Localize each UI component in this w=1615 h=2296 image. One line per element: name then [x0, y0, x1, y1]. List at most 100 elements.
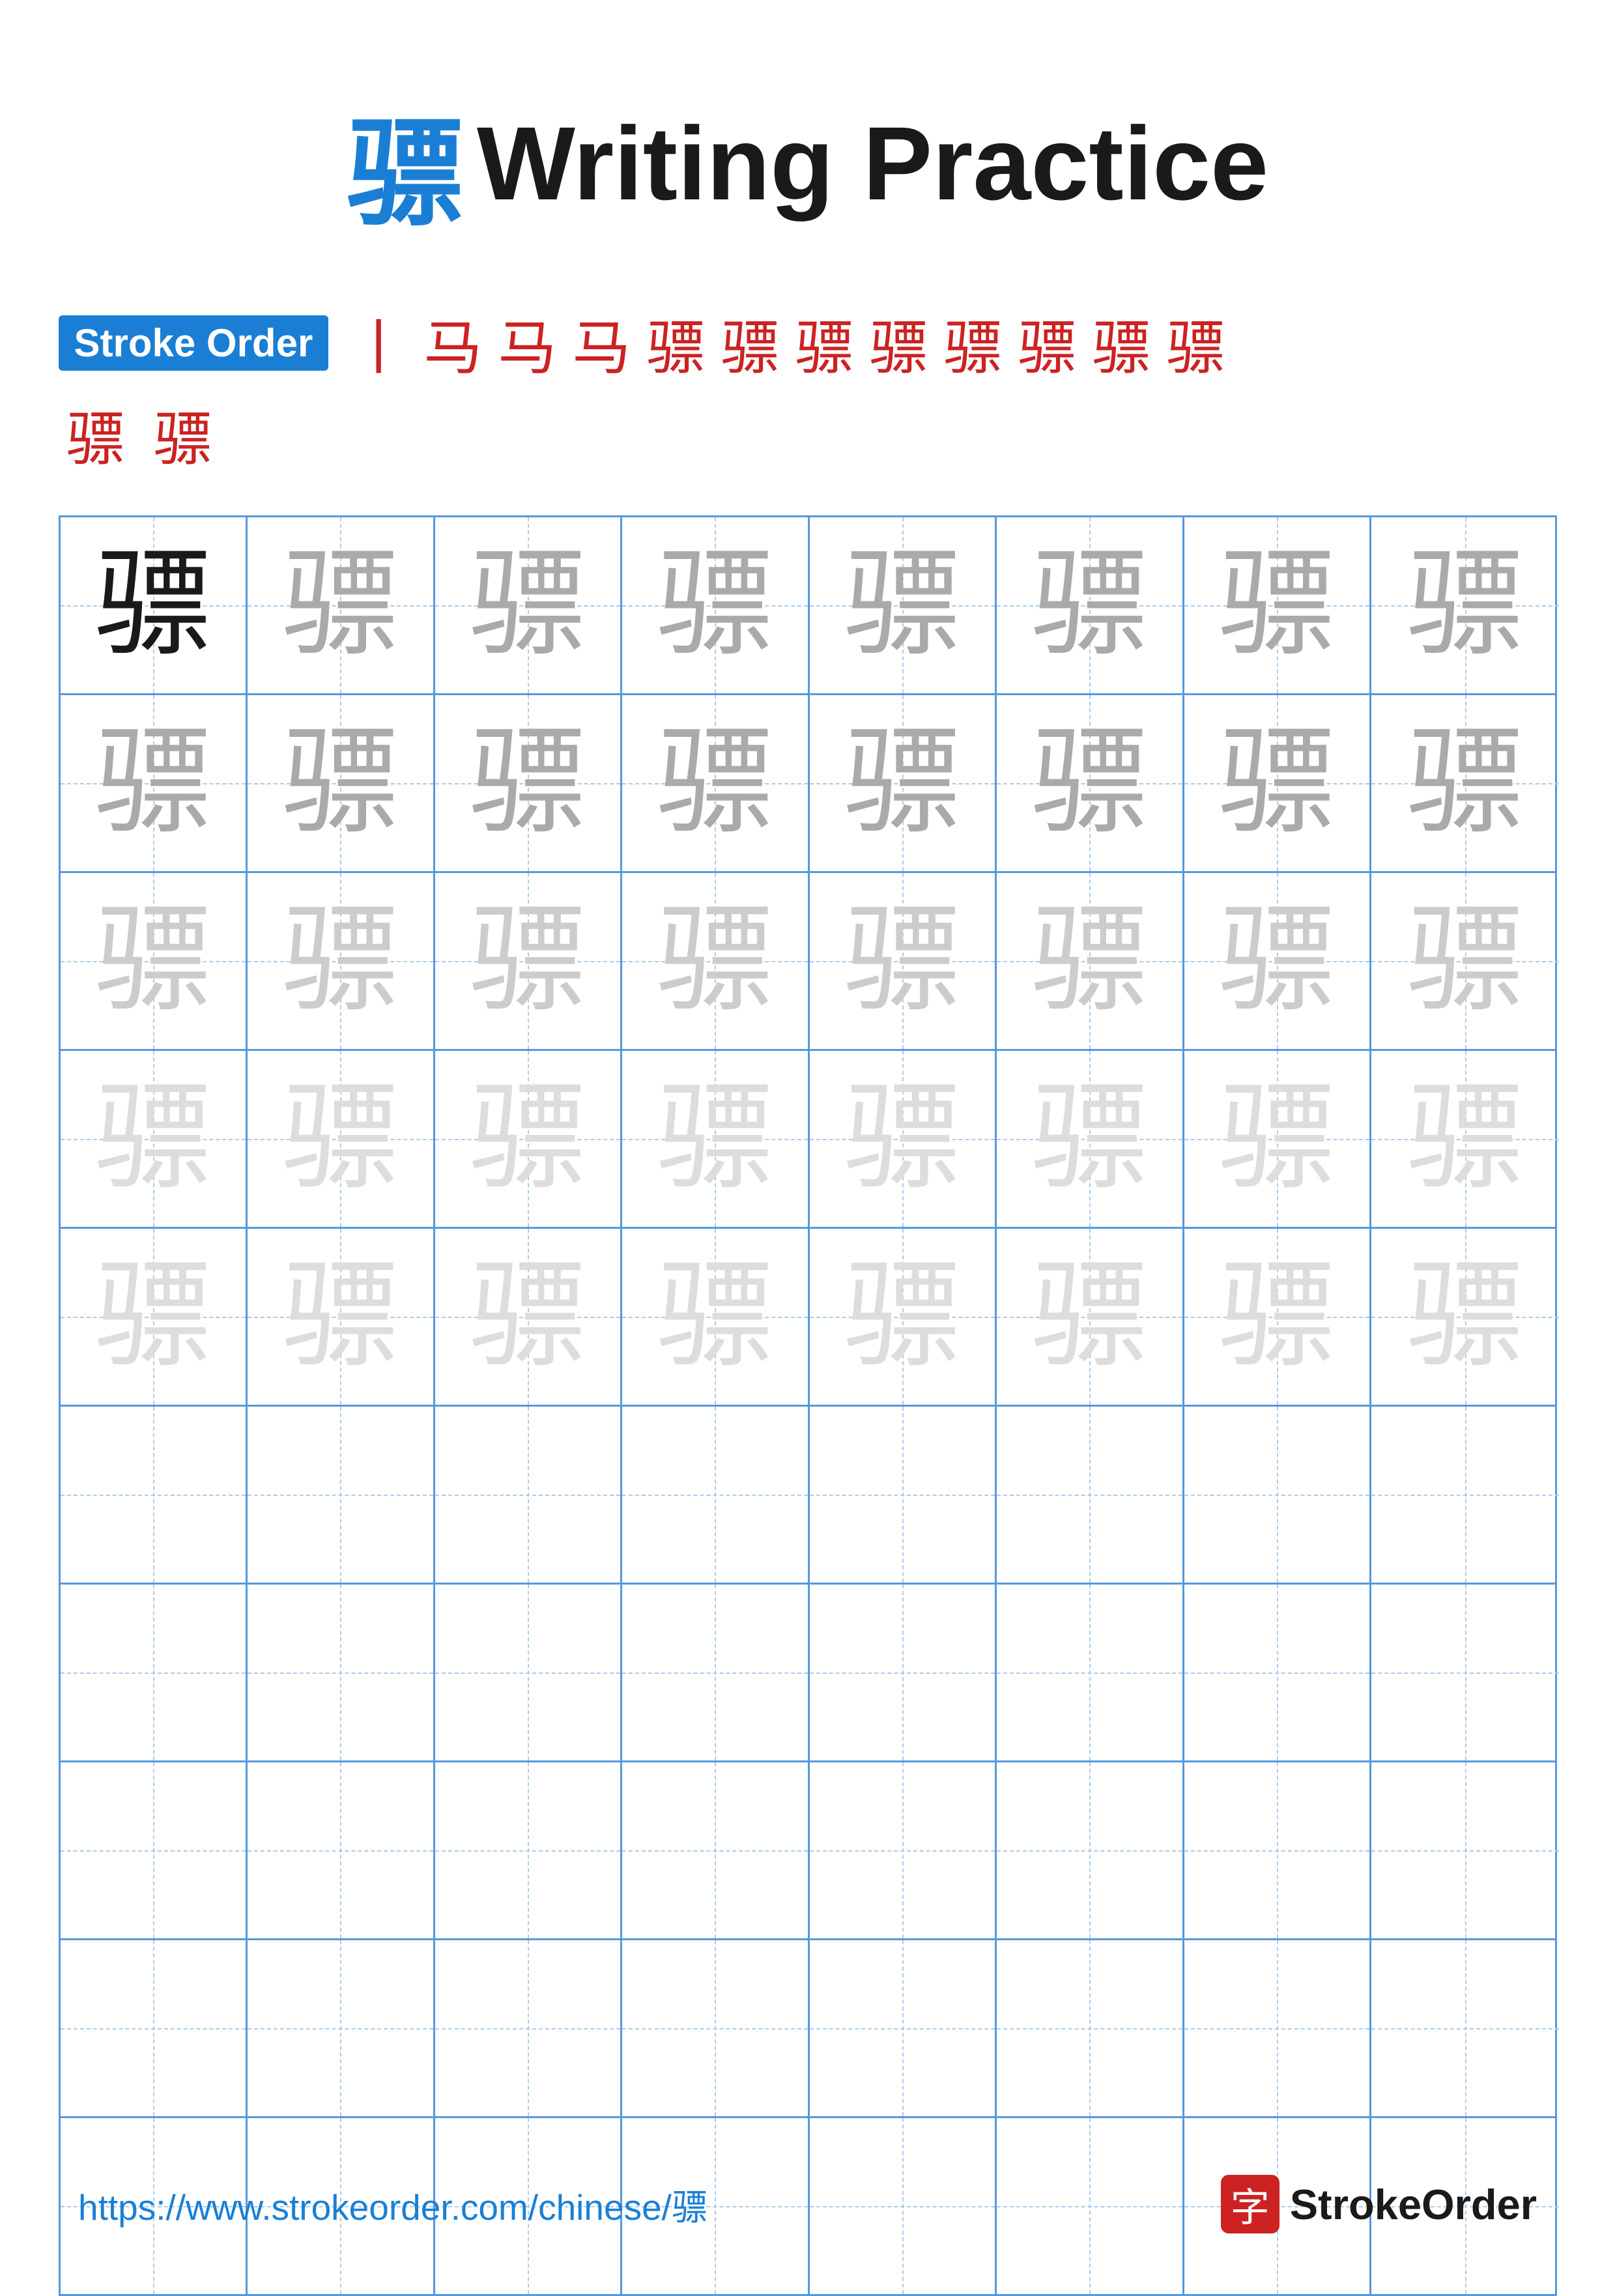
grid-cell-5-4[interactable]: 骠	[622, 1229, 810, 1405]
grid-cell-6-2[interactable]	[248, 1407, 435, 1583]
char-vlight: 骠	[1031, 1080, 1148, 1198]
char-vlight: 骠	[1407, 1080, 1524, 1198]
grid-cell-7-1[interactable]	[61, 1585, 248, 1760]
grid-cell-6-8[interactable]	[1371, 1407, 1559, 1583]
grid-cell-2-1[interactable]: 骠	[61, 695, 248, 871]
grid-cell-4-6[interactable]: 骠	[997, 1051, 1184, 1227]
grid-cell-9-1[interactable]	[61, 1940, 248, 2116]
grid-cell-1-6[interactable]: 骠	[997, 517, 1184, 693]
char-vlight: 骠	[1407, 1258, 1524, 1375]
grid-cell-7-4[interactable]	[622, 1585, 810, 1760]
grid-cell-6-6[interactable]	[997, 1407, 1184, 1583]
char-vlight: 骠	[1218, 1080, 1336, 1198]
grid-cell-4-4[interactable]: 骠	[622, 1051, 810, 1227]
grid-cell-1-7[interactable]: 骠	[1184, 517, 1372, 693]
grid-cell-3-3[interactable]: 骠	[435, 873, 623, 1049]
grid-cell-4-5[interactable]: 骠	[810, 1051, 997, 1227]
grid-cell-4-7[interactable]: 骠	[1184, 1051, 1372, 1227]
char-med: 骠	[1407, 725, 1524, 842]
grid-cell-5-1[interactable]: 骠	[61, 1229, 248, 1405]
title-chinese-char: 骠	[347, 78, 464, 248]
grid-cell-4-1[interactable]: 骠	[61, 1051, 248, 1227]
grid-cell-7-7[interactable]	[1184, 1585, 1372, 1760]
grid-cell-6-7[interactable]	[1184, 1407, 1372, 1583]
grid-cell-8-3[interactable]	[435, 1762, 623, 1938]
grid-cell-7-2[interactable]	[248, 1585, 435, 1760]
char-med: 骠	[1031, 547, 1148, 664]
grid-cell-5-8[interactable]: 骠	[1371, 1229, 1559, 1405]
char-light: 骠	[1218, 902, 1336, 1020]
grid-cell-1-1[interactable]: 骠	[61, 517, 248, 693]
grid-cell-2-2[interactable]: 骠	[248, 695, 435, 871]
grid-cell-2-6[interactable]: 骠	[997, 695, 1184, 871]
grid-row-9	[61, 1940, 1555, 2118]
char-med: 骠	[469, 725, 586, 842]
grid-cell-5-5[interactable]: 骠	[810, 1229, 997, 1405]
grid-cell-5-2[interactable]: 骠	[248, 1229, 435, 1405]
grid-cell-8-1[interactable]	[61, 1762, 248, 1938]
grid-cell-2-8[interactable]: 骠	[1371, 695, 1559, 871]
grid-cell-9-6[interactable]	[997, 1940, 1184, 2116]
grid-cell-1-8[interactable]: 骠	[1371, 517, 1559, 693]
grid-cell-3-1[interactable]: 骠	[61, 873, 248, 1049]
char-med: 骠	[656, 547, 773, 664]
grid-cell-7-8[interactable]	[1371, 1585, 1559, 1760]
grid-cell-5-6[interactable]: 骠	[997, 1229, 1184, 1405]
char-med: 骠	[94, 725, 212, 842]
stroke-1: 丨	[349, 300, 408, 385]
grid-cell-5-7[interactable]: 骠	[1184, 1229, 1372, 1405]
grid-cell-9-2[interactable]	[248, 1940, 435, 2116]
grid-cell-9-5[interactable]	[810, 1940, 997, 2116]
grid-cell-8-7[interactable]	[1184, 1762, 1372, 1938]
grid-cell-2-4[interactable]: 骠	[622, 695, 810, 871]
grid-cell-4-2[interactable]: 骠	[248, 1051, 435, 1227]
stroke-order-badge: Stroke Order	[59, 315, 329, 371]
grid-cell-8-4[interactable]	[622, 1762, 810, 1938]
grid-cell-1-5[interactable]: 骠	[810, 517, 997, 693]
char-vlight: 骠	[469, 1080, 586, 1198]
grid-cell-8-2[interactable]	[248, 1762, 435, 1938]
stroke-order-section: Stroke Order 丨 马 马 马 骠 骠 骠 骠 骠 骠 骠 骠 骠 骠	[59, 300, 1557, 476]
grid-cell-9-8[interactable]	[1371, 1940, 1559, 2116]
grid-cell-4-3[interactable]: 骠	[435, 1051, 623, 1227]
grid-cell-1-4[interactable]: 骠	[622, 517, 810, 693]
grid-cell-8-8[interactable]	[1371, 1762, 1559, 1938]
grid-cell-9-3[interactable]	[435, 1940, 623, 2116]
footer-url[interactable]: https://www.strokeorder.com/chinese/骠	[78, 2178, 707, 2230]
grid-cell-9-7[interactable]	[1184, 1940, 1372, 2116]
grid-cell-1-2[interactable]: 骠	[248, 517, 435, 693]
grid-cell-2-5[interactable]: 骠	[810, 695, 997, 871]
grid-cell-9-4[interactable]	[622, 1940, 810, 2116]
grid-cell-4-8[interactable]: 骠	[1371, 1051, 1559, 1227]
stroke-10: 骠	[1018, 300, 1076, 385]
grid-cell-2-7[interactable]: 骠	[1184, 695, 1372, 871]
grid-cell-7-6[interactable]	[997, 1585, 1184, 1760]
grid-cell-5-3[interactable]: 骠	[435, 1229, 623, 1405]
char-med: 骠	[844, 547, 961, 664]
char-med: 骠	[1218, 725, 1336, 842]
grid-cell-7-5[interactable]	[810, 1585, 997, 1760]
grid-cell-3-6[interactable]: 骠	[997, 873, 1184, 1049]
grid-cell-1-3[interactable]: 骠	[435, 517, 623, 693]
grid-cell-6-3[interactable]	[435, 1407, 623, 1583]
char-vlight: 骠	[94, 1080, 212, 1198]
char-vlight: 骠	[281, 1258, 399, 1375]
char-med: 骠	[844, 725, 961, 842]
grid-cell-8-6[interactable]	[997, 1762, 1184, 1938]
grid-cell-7-3[interactable]	[435, 1585, 623, 1760]
char-light: 骠	[1031, 902, 1148, 1020]
grid-cell-6-4[interactable]	[622, 1407, 810, 1583]
grid-cell-3-4[interactable]: 骠	[622, 873, 810, 1049]
stroke-7: 骠	[795, 300, 853, 385]
char-vlight: 骠	[656, 1258, 773, 1375]
grid-cell-2-3[interactable]: 骠	[435, 695, 623, 871]
grid-cell-3-5[interactable]: 骠	[810, 873, 997, 1049]
grid-cell-3-2[interactable]: 骠	[248, 873, 435, 1049]
grid-cell-6-5[interactable]	[810, 1407, 997, 1583]
grid-cell-6-1[interactable]	[61, 1407, 248, 1583]
char-vlight: 骠	[656, 1080, 773, 1198]
grid-cell-3-8[interactable]: 骠	[1371, 873, 1559, 1049]
grid-cell-3-7[interactable]: 骠	[1184, 873, 1372, 1049]
grid-cell-8-5[interactable]	[810, 1762, 997, 1938]
char-med: 骠	[281, 725, 399, 842]
